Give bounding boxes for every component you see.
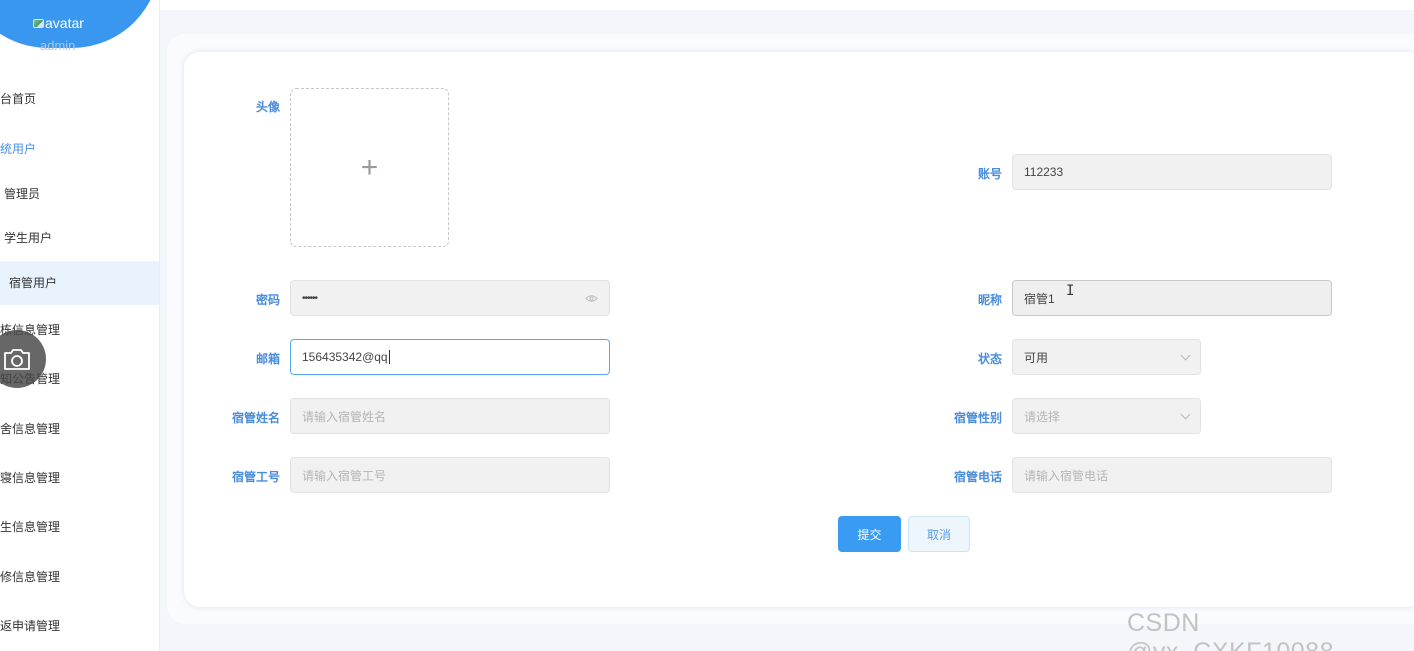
eye-icon[interactable] (585, 294, 598, 303)
manager-gender-select[interactable]: 请选择 (1012, 398, 1201, 434)
account-field[interactable]: 112233 (1012, 154, 1332, 190)
top-bar (160, 10, 1414, 34)
email-label: 邮箱 (255, 352, 280, 366)
sidebar-item-repairs[interactable]: 修信息管理 (0, 566, 159, 588)
manager-gender-label: 宿管性别 (953, 411, 1002, 425)
nickname-field[interactable]: 宿管1 (1012, 280, 1332, 316)
manager-id-label: 宿管工号 (231, 470, 280, 484)
camera-icon (4, 349, 30, 370)
username: admin (40, 38, 76, 53)
manager-name-placeholder: 请输入宿管姓名 (302, 409, 387, 424)
manager-id-input[interactable]: 请输入宿管工号 (290, 457, 610, 493)
manager-phone-placeholder: 请输入宿管电话 (1024, 468, 1109, 483)
email-value: 156435342@qq (302, 349, 388, 364)
sidebar-item-home[interactable]: 台首页 (0, 88, 159, 110)
status-value: 可用 (1024, 350, 1049, 365)
avatar-alt-text: avatar (45, 15, 84, 31)
chevron-down-icon (1180, 409, 1191, 419)
nickname-label: 昵称 (977, 293, 1002, 307)
account-value: 112233 (1024, 165, 1064, 179)
manager-name-input[interactable]: 请输入宿管姓名 (290, 398, 610, 434)
sidebar-item-student-info[interactable]: 生信息管理 (0, 516, 159, 538)
chevron-down-icon (1180, 350, 1191, 360)
text-cursor-icon: I (1066, 283, 1075, 299)
sidebar: avatar admin 台首页 统用户 管理员 学生用户 宿管用户 栋信息管理… (0, 0, 160, 651)
sidebar-item-dorm-managers[interactable]: 宿管用户 (0, 261, 159, 305)
nickname-value: 宿管1 (1024, 291, 1055, 306)
email-field[interactable]: 156435342@qq (290, 339, 610, 375)
submit-button[interactable]: 提交 (838, 516, 901, 552)
password-field[interactable]: •••••• (290, 280, 610, 316)
account-label: 账号 (977, 167, 1002, 181)
text-caret (388, 350, 390, 365)
status-select[interactable]: 可用 (1012, 339, 1201, 375)
email-input-content: 156435342@qq (302, 350, 390, 365)
manager-phone-input[interactable]: 请输入宿管电话 (1012, 457, 1332, 493)
status-label: 状态 (977, 352, 1002, 366)
avatar-upload[interactable]: + (290, 88, 449, 247)
sidebar-item-admin[interactable]: 管理员 (0, 183, 159, 205)
sidebar-item-system-users[interactable]: 统用户 (0, 138, 159, 160)
manager-phone-label: 宿管电话 (953, 470, 1002, 484)
password-value: •••••• (302, 292, 318, 304)
watermark: CSDN @vx_CXKF10088 (1127, 609, 1333, 651)
plus-icon: + (360, 150, 379, 184)
password-label: 密码 (255, 293, 280, 307)
cancel-button[interactable]: 取消 (908, 516, 970, 552)
sidebar-item-dorms[interactable]: 舍信息管理 (0, 418, 159, 440)
manager-gender-placeholder: 请选择 (1024, 409, 1061, 424)
manager-id-placeholder: 请输入宿管工号 (302, 468, 387, 483)
avatar[interactable]: avatar (33, 15, 84, 31)
sidebar-item-rooms[interactable]: 寝信息管理 (0, 467, 159, 489)
broken-image-icon (33, 18, 44, 28)
avatar-label: 头像 (255, 100, 280, 114)
sidebar-item-students[interactable]: 学生用户 (0, 227, 159, 249)
sidebar-item-return-requests[interactable]: 返申请管理 (0, 615, 159, 637)
manager-name-label: 宿管姓名 (231, 411, 280, 425)
